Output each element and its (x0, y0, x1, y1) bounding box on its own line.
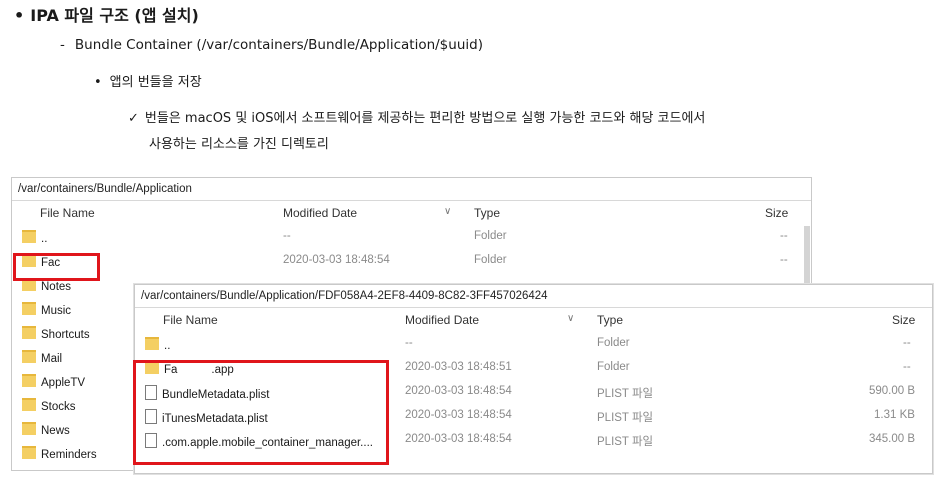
item-text: 앱의 번들을 저장 (109, 75, 202, 90)
col-file-name[interactable]: File Name (163, 313, 218, 327)
file-name: Shortcuts (41, 329, 90, 341)
col-type[interactable]: Type (474, 206, 500, 220)
sub-text: Bundle Container (/var/containers/Bundle… (74, 37, 483, 53)
file-date: -- (283, 230, 291, 242)
file-date: 2020-03-03 18:48:54 (283, 254, 390, 266)
folder-icon (22, 446, 36, 459)
file-type: Folder (474, 254, 507, 266)
folder-icon (22, 350, 36, 363)
detail-text-1: 번들은 macOS 및 iOS에서 소프트웨어를 제공하는 편리한 방법으로 실… (144, 111, 706, 126)
file-size: 345.00 B (869, 433, 916, 445)
bundle-description-line1: ✓ 번들은 macOS 및 iOS에서 소프트웨어를 제공하는 편리한 방법으로 … (128, 106, 705, 132)
column-header-row: File Name Modified Date ∨ Type Size (12, 201, 811, 225)
file-date: 2020-03-03 18:48:54 (405, 385, 512, 397)
file-name: .. (41, 233, 48, 245)
folder-icon (22, 302, 36, 315)
file-name: Mail (41, 353, 63, 365)
col-file-name[interactable]: File Name (40, 206, 95, 220)
path-bar: /var/containers/Bundle/Application/FDF05… (135, 285, 932, 308)
slide-heading: • IPA 파일 구조 (앱 설치) (14, 2, 199, 26)
file-size: -- (903, 361, 911, 373)
col-modified-date[interactable]: Modified Date (405, 313, 479, 327)
highlight-box-fac (13, 253, 100, 281)
col-type[interactable]: Type (597, 313, 623, 327)
file-name: Reminders (41, 449, 97, 461)
file-size: -- (780, 254, 788, 266)
folder-icon (145, 337, 159, 350)
folder-icon (22, 422, 36, 435)
sub-dash: - (60, 37, 65, 53)
check-icon: ✓ (128, 111, 139, 126)
chevron-down-icon[interactable]: ∨ (567, 313, 574, 324)
heading-text: IPA 파일 구조 (앱 설치) (30, 6, 199, 25)
file-size: 1.31 KB (874, 409, 915, 421)
file-name: Notes (41, 281, 72, 293)
col-size[interactable]: Size (892, 313, 915, 327)
file-type: PLIST 파일 (597, 436, 654, 448)
file-size: -- (903, 337, 911, 349)
heading-bullet: • (14, 6, 25, 25)
file-type: PLIST 파일 (597, 412, 654, 424)
file-name: Music (41, 305, 72, 317)
highlight-box-bundle-files (133, 360, 389, 465)
folder-icon (22, 326, 36, 339)
bundle-description-line2: 사용하는 리소스를 가진 디렉토리 (149, 137, 329, 152)
folder-icon (22, 230, 36, 243)
file-name: .. (164, 340, 171, 352)
file-date: 2020-03-03 18:48:54 (405, 433, 512, 445)
chevron-down-icon[interactable]: ∨ (444, 206, 451, 217)
file-size: 590.00 B (869, 385, 916, 397)
file-date: 2020-03-03 18:48:54 (405, 409, 512, 421)
path-bar: /var/containers/Bundle/Application (12, 178, 811, 201)
col-size[interactable]: Size (765, 206, 788, 220)
column-header-row: File Name Modified Date ∨ Type Size (135, 308, 932, 332)
file-size: -- (780, 230, 788, 242)
bundle-store-line: • 앱의 번들을 저장 (94, 71, 202, 90)
table-row[interactable]: .. -- Folder -- (12, 225, 811, 249)
bundle-container-line: - Bundle Container (/var/containers/Bundl… (60, 37, 483, 53)
file-type: PLIST 파일 (597, 388, 654, 400)
folder-icon (22, 374, 36, 387)
table-row[interactable]: .. -- Folder -- (135, 332, 932, 356)
col-modified-date[interactable]: Modified Date (283, 206, 357, 220)
item-bullet: • (94, 75, 102, 90)
file-type: Folder (597, 361, 630, 373)
table-row[interactable]: Fac 2020-03-03 18:48:54 Folder -- (12, 249, 811, 273)
file-name: Stocks (41, 401, 76, 413)
file-name: News (41, 425, 70, 437)
file-type: Folder (597, 337, 630, 349)
folder-icon (22, 398, 36, 411)
file-date: 2020-03-03 18:48:51 (405, 361, 512, 373)
file-date: -- (405, 337, 413, 349)
file-name: AppleTV (41, 377, 86, 389)
file-type: Folder (474, 230, 507, 242)
